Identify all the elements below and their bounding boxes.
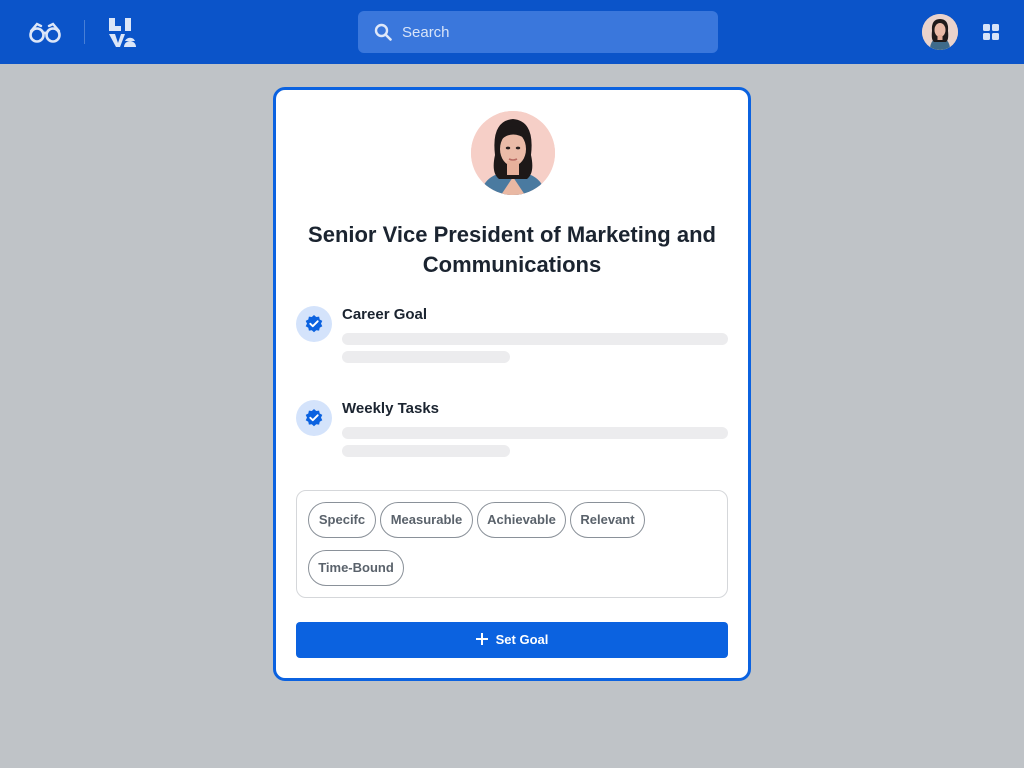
placeholder-line — [342, 427, 728, 439]
user-avatar[interactable] — [922, 14, 958, 50]
placeholder-line — [342, 333, 728, 345]
search-bar[interactable] — [358, 11, 718, 53]
set-goal-label: Set Goal — [495, 632, 549, 647]
placeholder-line — [342, 351, 510, 363]
verified-check-icon — [296, 306, 332, 342]
placeholder-line — [342, 445, 510, 457]
apps-grid-icon[interactable] — [983, 24, 999, 40]
goal-card: Senior Vice President of Marketing and C… — [273, 87, 751, 681]
tag-time-bound[interactable]: Time-Bound — [308, 550, 404, 586]
search-icon — [374, 23, 392, 41]
plus-icon — [475, 633, 488, 645]
brand-logo-icon[interactable] — [106, 16, 136, 48]
weekly-tasks-title: Weekly Tasks — [342, 400, 440, 417]
smart-tags-box: Specifc Measurable Achievable Relevant T… — [296, 490, 728, 598]
tag-achievable[interactable]: Achievable — [477, 502, 566, 538]
tag-relevant[interactable]: Relevant — [570, 502, 645, 538]
tag-measurable[interactable]: Measurable — [380, 502, 473, 538]
top-bar — [0, 0, 1024, 64]
role-title: Senior Vice President of Marketing and C… — [308, 222, 716, 277]
verified-check-icon — [296, 400, 332, 436]
search-input[interactable] — [402, 11, 702, 53]
career-goal-title: Career Goal — [342, 306, 428, 323]
career-goal-item: Career Goal — [296, 306, 728, 376]
glasses-logo-icon[interactable] — [28, 20, 62, 44]
tag-specific[interactable]: Specifc — [308, 502, 376, 538]
set-goal-button[interactable]: Set Goal — [296, 622, 728, 658]
logo-divider — [84, 20, 85, 44]
profile-avatar — [471, 111, 555, 195]
weekly-tasks-item: Weekly Tasks — [296, 400, 728, 470]
